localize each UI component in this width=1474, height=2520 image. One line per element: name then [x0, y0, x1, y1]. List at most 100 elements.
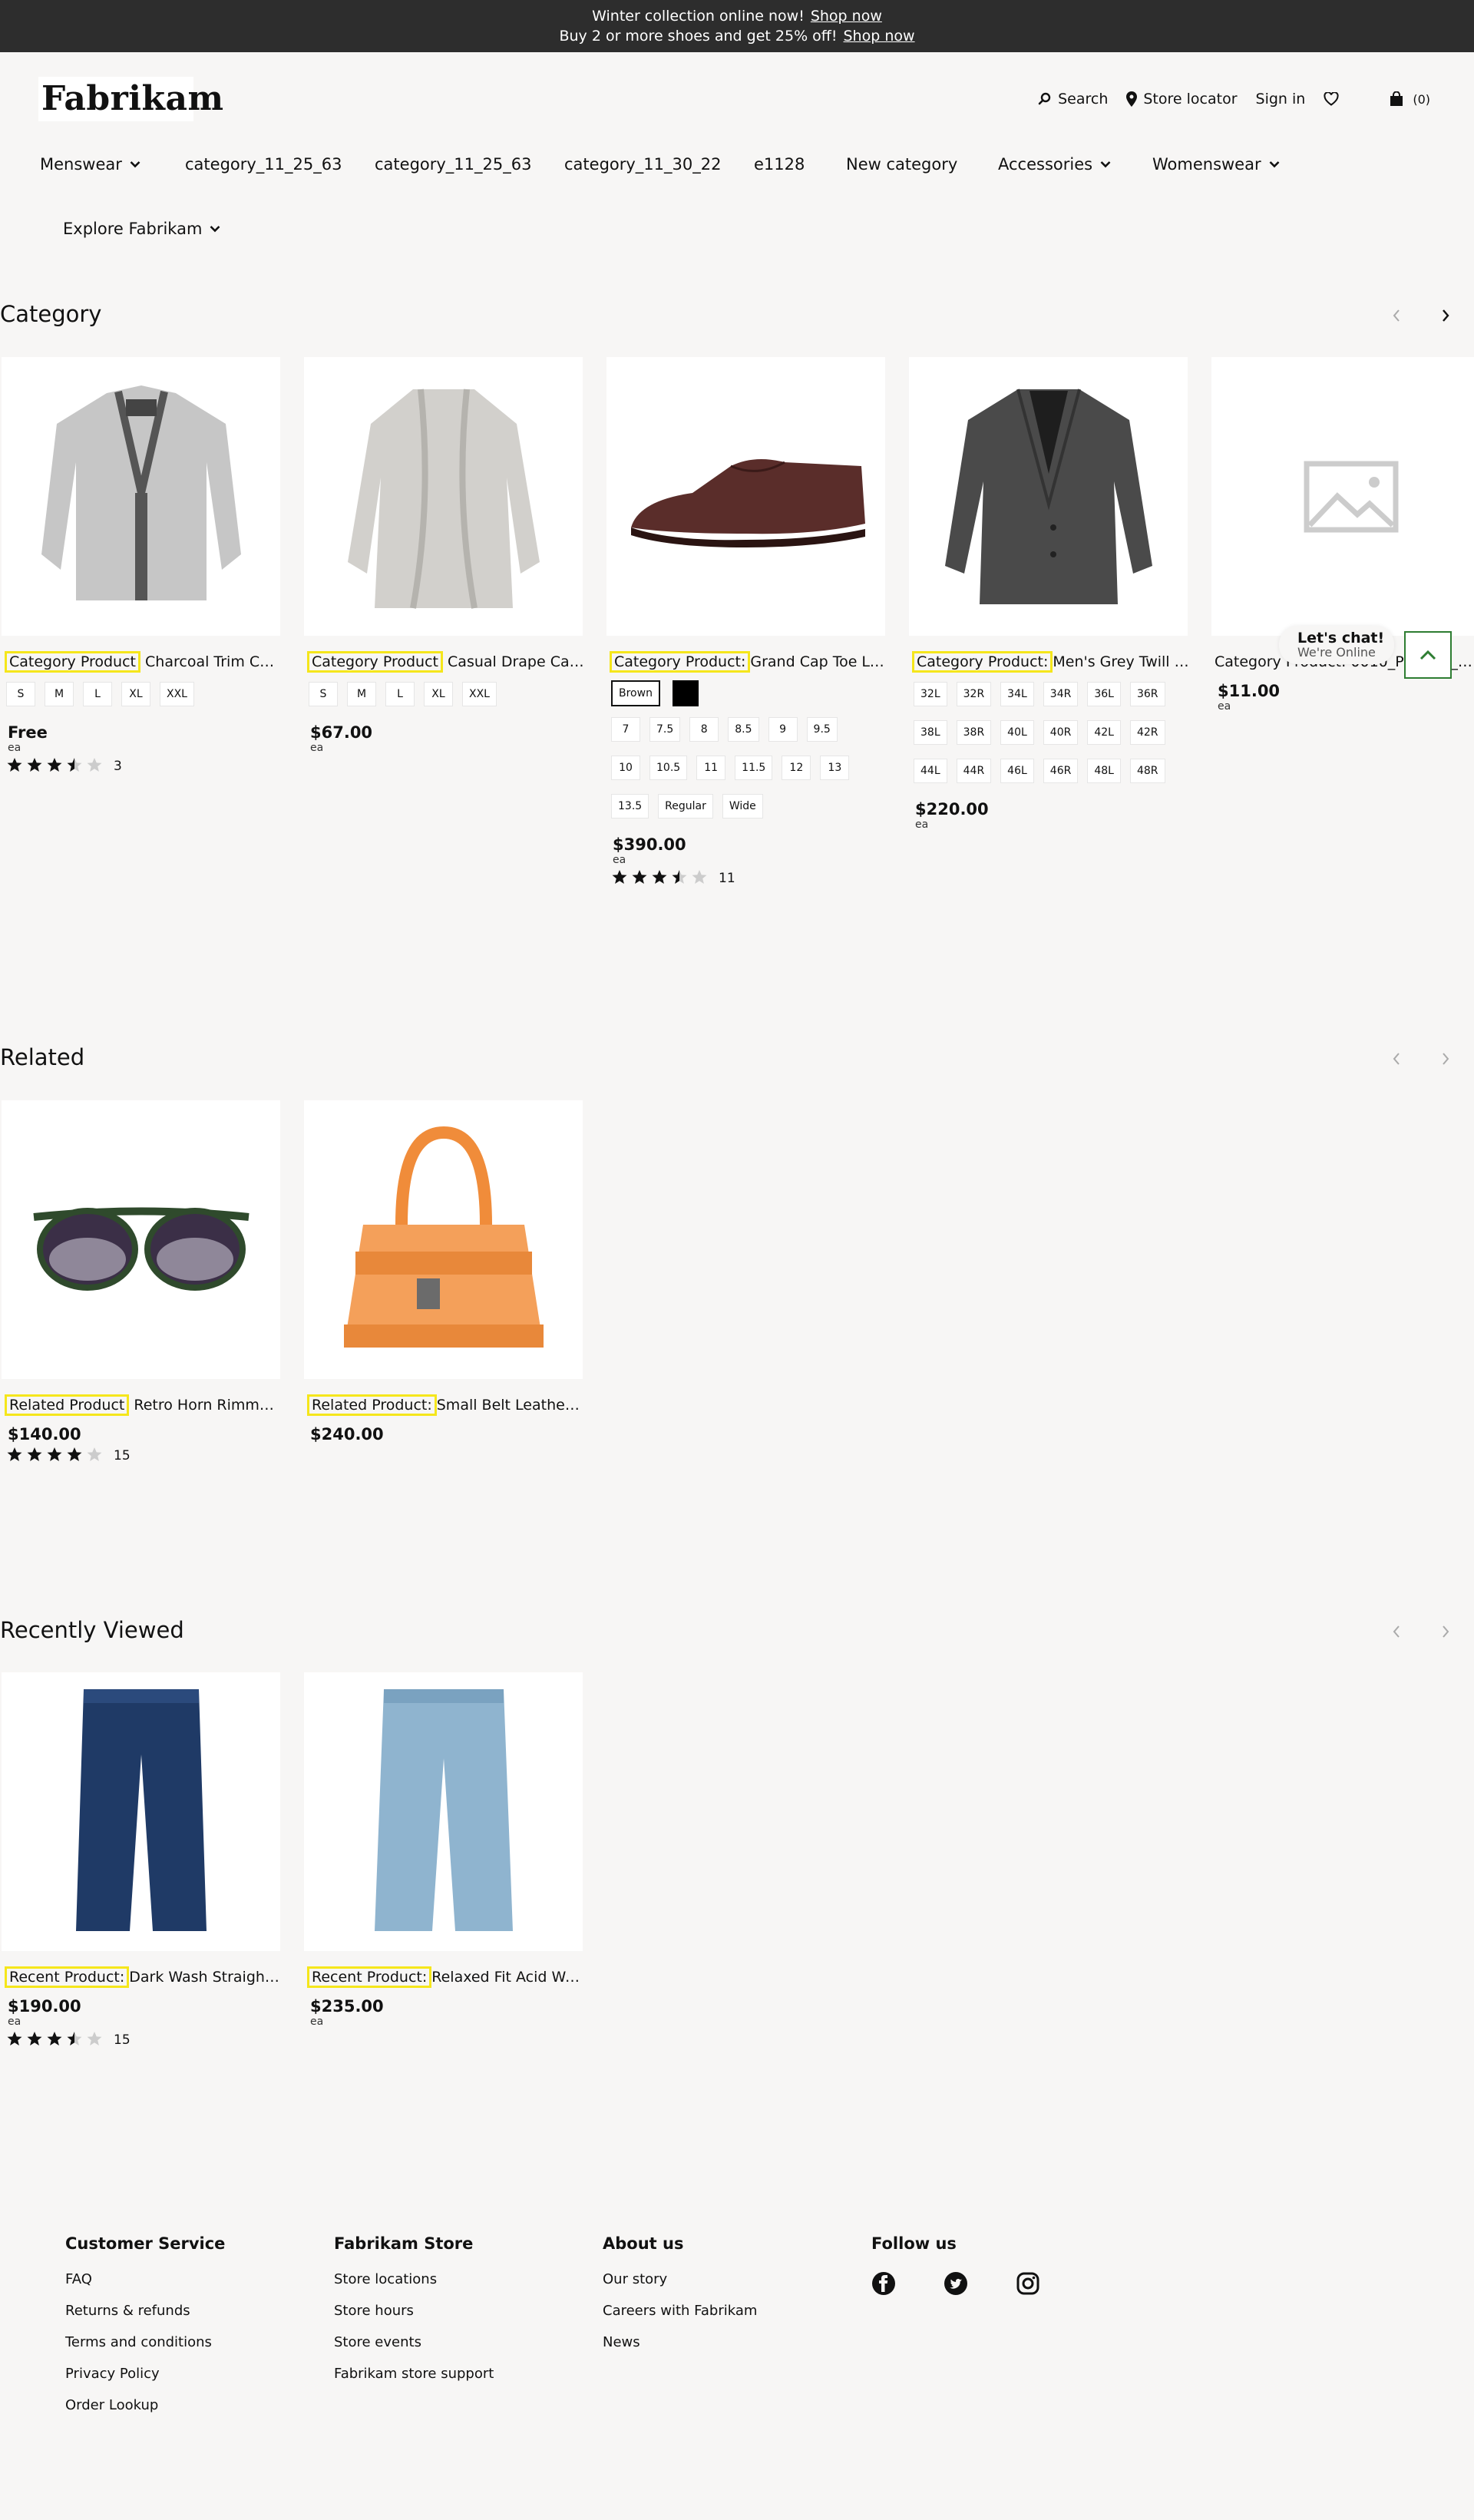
size-option[interactable]: 8: [689, 717, 719, 742]
size-option[interactable]: 32R: [956, 682, 992, 706]
footer-link-our-story[interactable]: Our story: [603, 2271, 757, 2288]
product-card[interactable]: Related Product:Small Belt Leather Satch…: [304, 1100, 584, 1444]
size-option[interactable]: 48R: [1129, 759, 1165, 783]
size-option[interactable]: 44L: [914, 759, 947, 783]
facebook-icon[interactable]: [871, 2271, 896, 2299]
product-card[interactable]: Category Product Casual Drape Cardigan S…: [304, 357, 584, 754]
size-option[interactable]: 36L: [1087, 682, 1121, 706]
footer-link-terms[interactable]: Terms and conditions: [65, 2334, 225, 2351]
size-option[interactable]: 10.5: [649, 756, 688, 780]
twitter-icon[interactable]: [944, 2271, 968, 2299]
size-option[interactable]: XL: [121, 682, 150, 706]
size-option[interactable]: S: [6, 682, 35, 706]
size-option[interactable]: 42R: [1129, 720, 1165, 745]
wishlist-button[interactable]: [1324, 92, 1345, 106]
product-image-dark-jeans[interactable]: [2, 1672, 280, 1951]
product-image-satchel[interactable]: [304, 1100, 583, 1379]
size-option[interactable]: 38L: [914, 720, 947, 745]
product-title[interactable]: Recent Product:Dark Wash Straight Leg Je…: [2, 1966, 282, 1989]
size-option[interactable]: 8.5: [728, 717, 759, 742]
footer-link-store-hours[interactable]: Store hours: [334, 2303, 494, 2320]
shop-now-link-1[interactable]: Shop now: [811, 8, 882, 25]
next-arrow-icon[interactable]: [1440, 1623, 1451, 1640]
footer-link-order-lookup[interactable]: Order Lookup: [65, 2397, 225, 2414]
back-to-top-button[interactable]: [1404, 631, 1452, 679]
size-option[interactable]: 36R: [1129, 682, 1165, 706]
footer-link-store-events[interactable]: Store events: [334, 2334, 494, 2351]
cart-button[interactable]: (0): [1390, 91, 1430, 107]
nav-item-e1128[interactable]: e1128: [754, 155, 805, 174]
size-option[interactable]: 46L: [1000, 759, 1034, 783]
size-option[interactable]: 34R: [1043, 682, 1079, 706]
footer-link-faq[interactable]: FAQ: [65, 2271, 225, 2288]
shop-now-link-2[interactable]: Shop now: [844, 28, 915, 45]
product-card[interactable]: Category Product Charcoal Trim Cardigan …: [2, 357, 282, 776]
nav-item-category-1[interactable]: category_11_25_63: [185, 155, 342, 174]
size-option[interactable]: 48L: [1087, 759, 1121, 783]
product-card[interactable]: Category Product:Men's Grey Twill Dress …: [909, 357, 1189, 831]
footer-link-privacy[interactable]: Privacy Policy: [65, 2366, 225, 2383]
size-option[interactable]: 46R: [1043, 759, 1079, 783]
size-option[interactable]: XXL: [462, 682, 497, 706]
size-option[interactable]: 40R: [1043, 720, 1079, 745]
size-option[interactable]: L: [385, 682, 415, 706]
nav-item-explore[interactable]: Explore Fabrikam: [63, 220, 220, 238]
nav-item-menswear[interactable]: Menswear: [40, 155, 140, 174]
size-option[interactable]: 13: [820, 756, 850, 780]
size-option[interactable]: 13.5: [611, 794, 649, 819]
size-option[interactable]: XXL: [160, 682, 194, 706]
product-image-drape-cardigan[interactable]: [304, 357, 583, 636]
footer-link-store-support[interactable]: Fabrikam store support: [334, 2366, 494, 2383]
product-title[interactable]: Category Product:Grand Cap Toe Leather O…: [606, 651, 887, 674]
product-card[interactable]: Recent Product:Dark Wash Straight Leg Je…: [2, 1672, 282, 2049]
product-title[interactable]: Category Product:Men's Grey Twill Dress …: [909, 651, 1189, 674]
product-image-oxford-shoe[interactable]: [606, 357, 885, 636]
product-title[interactable]: Recent Product:Relaxed Fit Acid Wash Jea…: [304, 1966, 584, 1989]
size-option[interactable]: 10: [611, 756, 640, 780]
product-image-light-jeans[interactable]: [304, 1672, 583, 1951]
product-card[interactable]: Related Product Retro Horn Rimmed Sungla…: [2, 1100, 282, 1465]
nav-item-accessories[interactable]: Accessories: [998, 155, 1111, 174]
sign-in-link[interactable]: Sign in: [1256, 91, 1306, 107]
product-title[interactable]: Related Product Retro Horn Rimmed Sungla…: [2, 1394, 282, 1417]
size-option[interactable]: M: [45, 682, 74, 706]
nav-item-new-category[interactable]: New category: [846, 155, 957, 174]
product-title[interactable]: Category Product Charcoal Trim Cardigan: [2, 651, 282, 674]
product-title[interactable]: Category Product Casual Drape Cardigan: [304, 651, 584, 674]
next-arrow-icon[interactable]: [1440, 307, 1451, 324]
nav-item-category-3[interactable]: category_11_30_22: [564, 155, 721, 174]
brand-logo[interactable]: Fabrikam: [38, 77, 223, 121]
product-image-placeholder[interactable]: [1211, 357, 1474, 636]
size-option[interactable]: 40L: [1000, 720, 1034, 745]
product-image-blazer[interactable]: [909, 357, 1188, 636]
prev-arrow-icon[interactable]: [1391, 1050, 1402, 1067]
nav-item-category-2[interactable]: category_11_25_63: [375, 155, 531, 174]
prev-arrow-icon[interactable]: [1391, 1623, 1402, 1640]
search-button[interactable]: Search: [1038, 91, 1108, 107]
product-card[interactable]: Recent Product:Relaxed Fit Acid Wash Jea…: [304, 1672, 584, 2028]
next-arrow-icon[interactable]: [1440, 1050, 1451, 1067]
size-option[interactable]: 38R: [956, 720, 992, 745]
size-option[interactable]: 11.5: [735, 756, 773, 780]
product-title[interactable]: Related Product:Small Belt Leather Satch…: [304, 1394, 584, 1417]
width-option[interactable]: Wide: [722, 794, 763, 819]
footer-link-returns[interactable]: Returns & refunds: [65, 2303, 225, 2320]
size-option[interactable]: 9: [768, 717, 798, 742]
footer-link-news[interactable]: News: [603, 2334, 757, 2351]
nav-item-womenswear[interactable]: Womenswear: [1152, 155, 1280, 174]
size-option[interactable]: XL: [424, 682, 453, 706]
size-option[interactable]: S: [309, 682, 338, 706]
product-card[interactable]: Category Product:Grand Cap Toe Leather O…: [606, 357, 887, 888]
chat-widget[interactable]: Let's chat! We're Online: [1279, 626, 1394, 664]
product-image-cardigan[interactable]: [2, 357, 280, 636]
size-option[interactable]: 32L: [914, 682, 947, 706]
size-option[interactable]: L: [83, 682, 112, 706]
prev-arrow-icon[interactable]: [1391, 307, 1402, 324]
size-option[interactable]: 11: [696, 756, 726, 780]
color-swatch-black[interactable]: [672, 680, 699, 706]
product-image-sunglasses[interactable]: [2, 1100, 280, 1379]
footer-link-store-locations[interactable]: Store locations: [334, 2271, 494, 2288]
store-locator-button[interactable]: Store locator: [1126, 91, 1238, 107]
width-option[interactable]: Regular: [658, 794, 713, 819]
size-option[interactable]: 7: [611, 717, 640, 742]
